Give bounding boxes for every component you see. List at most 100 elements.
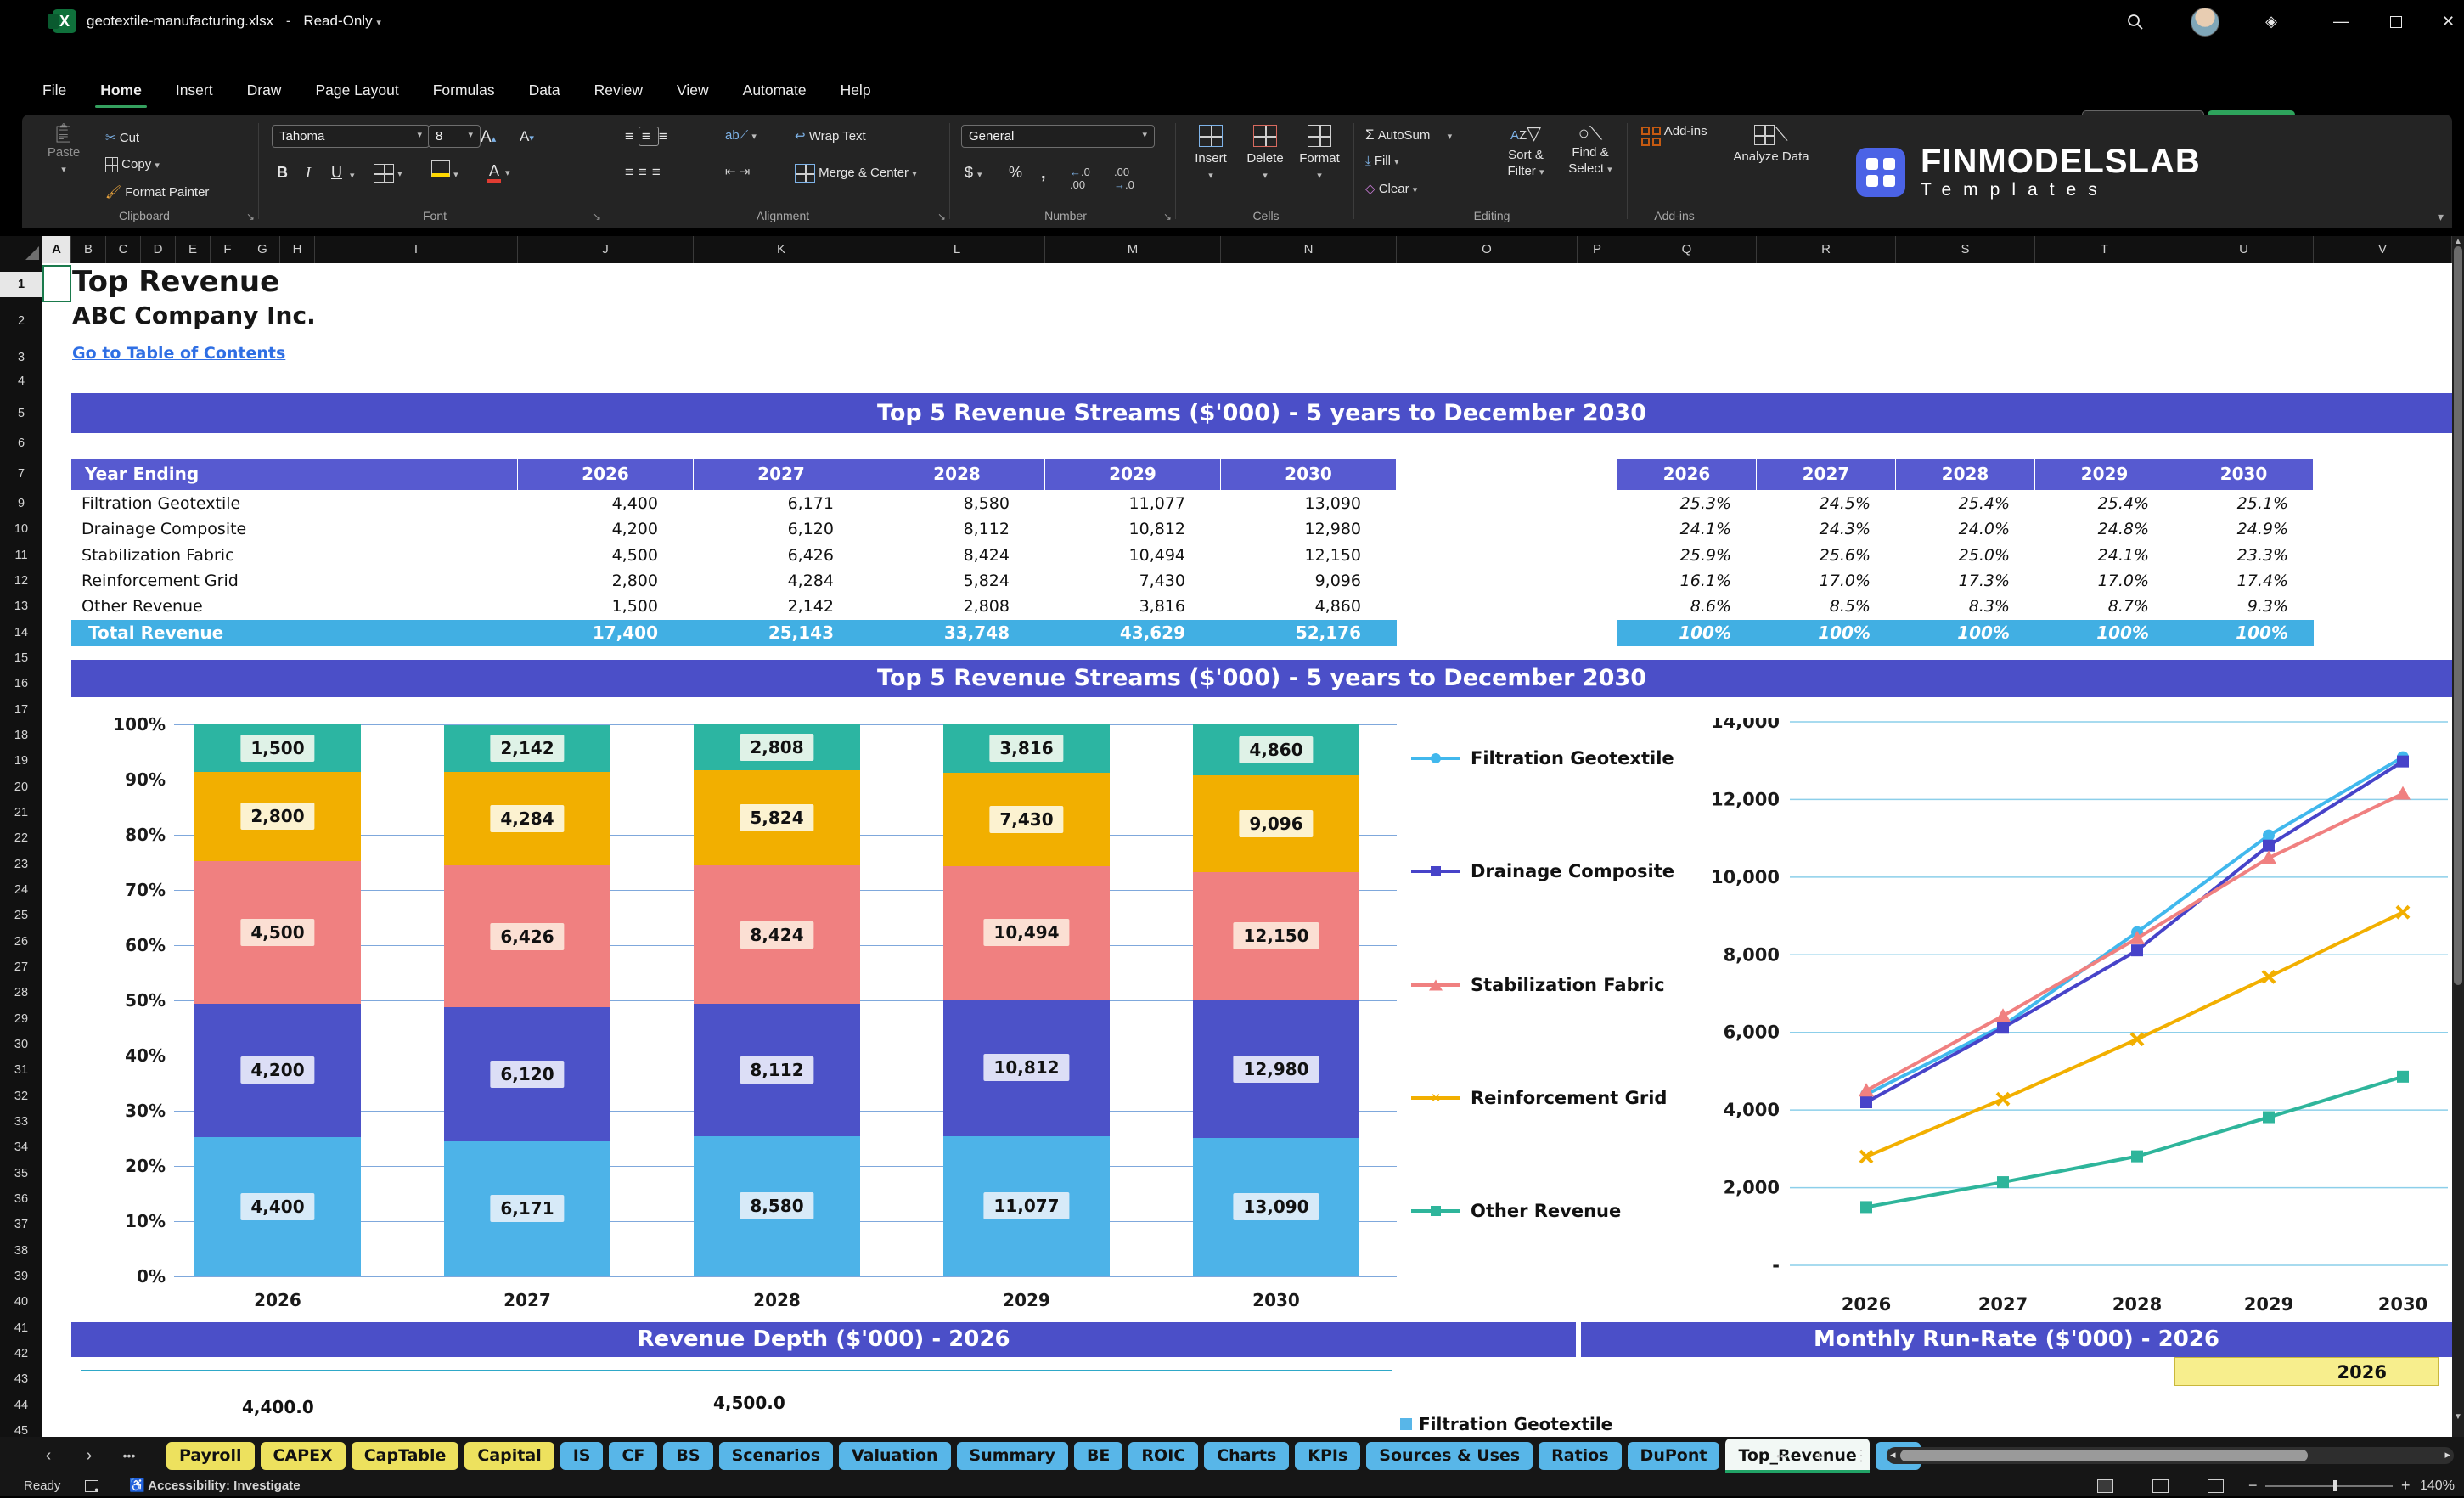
row-header-33[interactable]: 33 — [0, 1109, 42, 1135]
row-header-24[interactable]: 24 — [0, 877, 42, 903]
toc-link[interactable]: Go to Table of Contents — [72, 344, 285, 363]
font-dialog-launcher[interactable]: ↘ — [593, 211, 601, 222]
row-header-32[interactable]: 32 — [0, 1084, 42, 1109]
row-header-11[interactable]: 11 — [0, 543, 42, 568]
bold-button[interactable]: B — [277, 164, 288, 182]
format-cells-button[interactable]: Format ▾ — [1294, 123, 1345, 184]
fill-color-button[interactable]: ▾ — [431, 160, 458, 181]
row-header-44[interactable]: 44 — [0, 1393, 42, 1418]
vertical-scrollbar[interactable]: ▲ ▼ — [2452, 236, 2464, 1437]
row-header-5[interactable]: 5 — [0, 401, 42, 426]
sort-filter-button[interactable]: AZ▽ Sort & Filter ▾ — [1496, 123, 1555, 181]
column-header-Q[interactable]: Q — [1617, 236, 1757, 263]
column-header-A[interactable]: A — [42, 236, 71, 263]
sheet-tab-top-revenue[interactable]: Top_Revenue — [1725, 1439, 1870, 1473]
font-color-button[interactable]: A ▾ — [487, 162, 510, 183]
premium-diamond-icon[interactable]: ◈ — [2254, 0, 2288, 42]
page-layout-view-icon[interactable] — [2152, 1475, 2169, 1496]
ribbon-tab-formulas[interactable]: Formulas — [416, 73, 512, 110]
italic-button[interactable]: I — [306, 164, 311, 182]
sheet-tab-is[interactable]: IS — [560, 1442, 604, 1470]
font-size-select[interactable]: 8 ▾ — [428, 125, 481, 148]
avatar[interactable] — [2191, 8, 2219, 37]
next-sheet-icon[interactable]: › — [75, 1437, 104, 1475]
column-header-H[interactable]: H — [280, 236, 315, 263]
zoom-level[interactable]: 140% — [2420, 1475, 2455, 1496]
ribbon-tab-view[interactable]: View — [660, 73, 726, 110]
alignment-dialog-launcher[interactable]: ↘ — [937, 211, 946, 222]
row-headers[interactable]: 1 2 3 4 5 6 7 9 10 11 12 13 14 15 16 17 18 19 20 21 22 23 24 25… — [0, 263, 42, 1438]
column-header-D[interactable]: D — [141, 236, 176, 263]
scroll-right-icon[interactable]: ▸ — [2444, 1448, 2450, 1461]
row-header-4[interactable]: 4 — [0, 369, 42, 394]
ribbon-tab-insert[interactable]: Insert — [159, 73, 230, 110]
restore-button[interactable] — [2377, 0, 2415, 42]
sheet-tab-capital[interactable]: Capital — [464, 1442, 554, 1470]
row-header-15[interactable]: 15 — [0, 645, 42, 671]
copy-button[interactable]: Copy ▾ — [105, 157, 160, 173]
legend-item-filtration-geotextile[interactable]: Filtration Geotextile — [1411, 744, 1674, 773]
horizontal-scrollbar[interactable]: ◂ ▸ — [1887, 1447, 2454, 1464]
number-format-select[interactable]: General ▾ — [961, 125, 1155, 148]
borders-button[interactable]: ▾ — [374, 164, 402, 183]
ribbon-tab-automate[interactable]: Automate — [726, 73, 824, 110]
zoom-slider-thumb[interactable] — [2333, 1480, 2337, 1491]
search-icon[interactable] — [2118, 0, 2152, 42]
sheet-tab-cf[interactable]: CF — [609, 1442, 658, 1470]
paste-button[interactable]: 📋︎ Paste ▾ — [37, 123, 90, 178]
sheet-tab-ratios[interactable]: Ratios — [1539, 1442, 1622, 1470]
column-header-G[interactable]: G — [245, 236, 280, 263]
find-select-button[interactable]: ○⟍ Find & Select ▾ — [1561, 123, 1620, 178]
sheet-tab-captable[interactable]: CapTable — [351, 1442, 459, 1470]
column-header-L[interactable]: L — [869, 236, 1045, 263]
row-header-27[interactable]: 27 — [0, 955, 42, 980]
delete-cells-button[interactable]: Delete ▾ — [1240, 123, 1291, 184]
clipboard-dialog-launcher[interactable]: ↘ — [246, 211, 255, 222]
accounting-format-button[interactable]: $ ▾ — [965, 164, 982, 182]
row-header-28[interactable]: 28 — [0, 980, 42, 1005]
analyze-data-button[interactable]: ⟍ Analyze Data — [1730, 123, 1812, 165]
legend-item-other-revenue[interactable]: Other Revenue — [1411, 1197, 1621, 1225]
merge-center-button[interactable]: Merge & Center ▾ — [795, 164, 917, 183]
row-header-35[interactable]: 35 — [0, 1161, 42, 1186]
column-header-S[interactable]: S — [1896, 236, 2035, 263]
decrease-decimal-button[interactable]: .00 →.0 — [1114, 166, 1134, 191]
font-name-select[interactable]: Tahoma ▾ — [272, 125, 430, 148]
new-sheet-button[interactable]: + — [1805, 1437, 1834, 1475]
row-header-43[interactable]: 43 — [0, 1366, 42, 1392]
row-header-20[interactable]: 20 — [0, 774, 42, 800]
cut-button[interactable]: ✂ Cut — [105, 130, 139, 145]
row-header-12[interactable]: 12 — [0, 568, 42, 594]
sheet-tab-capex[interactable]: CAPEX — [260, 1442, 346, 1470]
row-header-37[interactable]: 37 — [0, 1212, 42, 1237]
legend-item-reinforcement-grid[interactable]: ✕ Reinforcement Grid — [1411, 1084, 1667, 1112]
row-header-9[interactable]: 9 — [0, 491, 42, 516]
prev-sheet-icon[interactable]: ‹ — [34, 1437, 63, 1475]
wrap-text-button[interactable]: ↩ Wrap Text — [795, 128, 866, 144]
column-header-T[interactable]: T — [2035, 236, 2174, 263]
sheet-tab-roic[interactable]: ROIC — [1128, 1442, 1199, 1470]
row-header-23[interactable]: 23 — [0, 852, 42, 877]
ribbon-tab-home[interactable]: Home — [83, 73, 159, 110]
zoom-slider[interactable] — [2265, 1485, 2393, 1487]
column-header-P[interactable]: P — [1578, 236, 1617, 263]
row-header-36[interactable]: 36 — [0, 1186, 42, 1212]
horizontal-align-buttons[interactable]: ≡≡≡ — [625, 164, 666, 181]
format-painter-button[interactable]: 🖌︎ Format Painter — [105, 184, 209, 200]
tab-overflow-icon[interactable]: ••• — [1768, 1437, 1797, 1475]
row-header-39[interactable]: 39 — [0, 1264, 42, 1289]
minimize-button[interactable]: — — [2322, 0, 2360, 42]
column-header-N[interactable]: N — [1221, 236, 1397, 263]
ribbon-tab-draw[interactable]: Draw — [230, 73, 299, 110]
sheet-tab-payroll[interactable]: Payroll — [166, 1442, 255, 1470]
zoom-in-button[interactable]: + — [2401, 1475, 2411, 1496]
row-header-21[interactable]: 21 — [0, 800, 42, 825]
number-dialog-launcher[interactable]: ↘ — [1163, 211, 1172, 222]
row-header-2[interactable]: 2 — [0, 308, 42, 334]
horizontal-scroll-thumb[interactable] — [1900, 1450, 2308, 1461]
row-header-14[interactable]: 14 — [0, 620, 42, 645]
column-header-F[interactable]: F — [211, 236, 245, 263]
vertical-scroll-thumb[interactable] — [2454, 246, 2462, 985]
column-headers[interactable]: ABCDEFGHIJKLMNOPQRSTUV — [0, 236, 2464, 263]
sheet-tab-summary[interactable]: Summary — [956, 1442, 1068, 1470]
